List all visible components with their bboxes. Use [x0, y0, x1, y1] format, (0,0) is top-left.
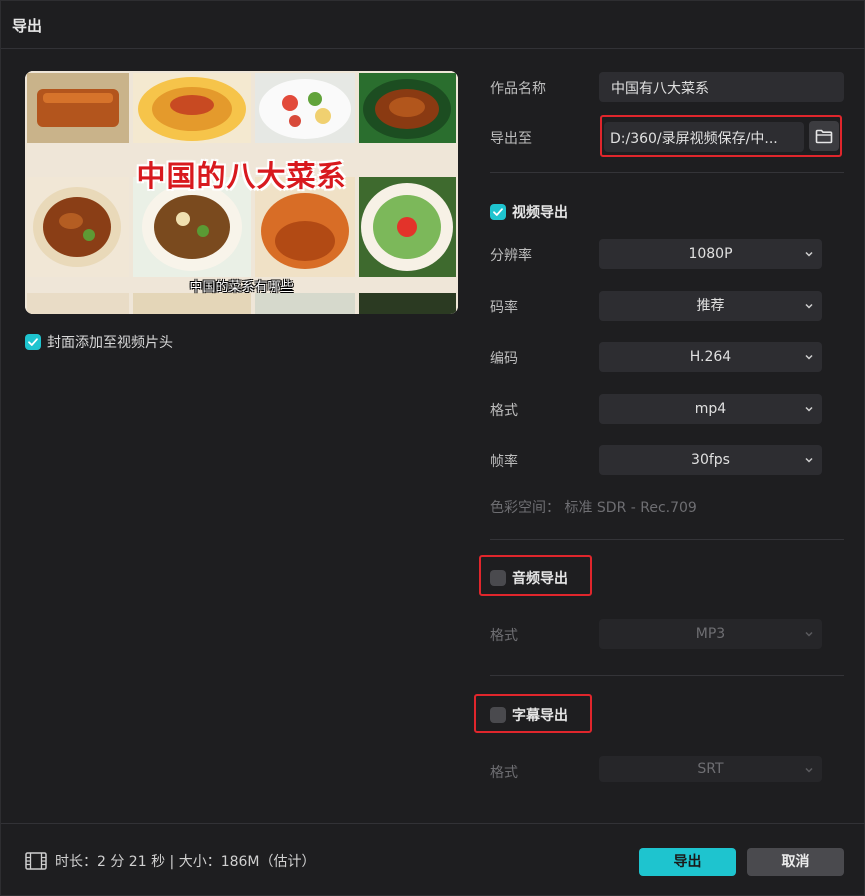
audio-format-label: 格式: [490, 628, 518, 644]
cancel-button[interactable]: 取消: [747, 848, 844, 876]
divider: [490, 539, 844, 540]
video-export-label: 视频导出: [512, 205, 568, 221]
title-bar: 导出: [1, 1, 865, 49]
check-icon[interactable]: [25, 334, 41, 350]
check-icon[interactable]: [490, 204, 506, 220]
chevron-down-icon: [805, 303, 813, 309]
add-cover-checkbox[interactable]: 封面添加至视频片头: [25, 332, 173, 352]
audio-format-value: MP3: [695, 626, 726, 642]
chevron-down-icon: [805, 457, 813, 463]
divider: [490, 675, 844, 676]
colorspace-text: 色彩空间： 标准 SDR - Rec.709: [490, 500, 697, 516]
audio-highlight-box: [479, 555, 592, 596]
export-to-label: 导出至: [490, 131, 532, 147]
bitrate-select[interactable]: 推荐: [599, 291, 822, 321]
cover-subtitle-text: 中国的菜系有哪些: [189, 280, 294, 295]
format-label: 格式: [490, 403, 518, 419]
format-value: mp4: [694, 401, 727, 417]
export-button[interactable]: 导出: [639, 848, 736, 876]
framerate-select[interactable]: 30fps: [599, 445, 822, 475]
duration-size-text: 时长：2 分 21 秒 | 大小：186M（估计）: [55, 854, 316, 870]
framerate-label: 帧率: [490, 454, 518, 470]
resolution-label: 分辨率: [490, 248, 532, 264]
codec-value: H.264: [689, 349, 732, 365]
film-icon: [25, 852, 47, 870]
resolution-select[interactable]: 1080P: [599, 239, 822, 269]
footer: 时长：2 分 21 秒 | 大小：186M（估计） 导出 取消: [1, 823, 865, 896]
name-input[interactable]: 中国有八大菜系: [599, 72, 844, 102]
framerate-value: 30fps: [691, 452, 730, 468]
divider: [490, 172, 844, 173]
codec-select[interactable]: H.264: [599, 342, 822, 372]
bitrate-value: 推荐: [696, 298, 725, 314]
dialog-title: 导出: [12, 17, 43, 35]
chevron-down-icon: [805, 354, 813, 360]
audio-format-select[interactable]: MP3: [599, 619, 822, 649]
export-dialog: 导出 中国的八大菜系 中国的菜系有哪些 封面添加至视频片头 作品名称 中国有八大…: [0, 0, 865, 896]
format-select[interactable]: mp4: [599, 394, 822, 424]
chevron-down-icon: [805, 631, 813, 637]
chevron-down-icon: [805, 767, 813, 773]
chevron-down-icon: [805, 251, 813, 257]
name-label: 作品名称: [490, 81, 546, 97]
subtitle-format-value: SRT: [697, 761, 724, 777]
subtitle-format-label: 格式: [490, 765, 518, 781]
bitrate-label: 码率: [490, 300, 518, 316]
codec-label: 编码: [490, 351, 518, 367]
path-highlight-box: [600, 115, 842, 157]
subtitle-highlight-box: [474, 694, 592, 733]
add-cover-label: 封面添加至视频片头: [47, 335, 173, 351]
cover-preview: 中国的八大菜系 中国的菜系有哪些: [25, 71, 458, 314]
export-info: 时长：2 分 21 秒 | 大小：186M（估计）: [25, 851, 316, 871]
video-export-toggle[interactable]: 视频导出: [490, 202, 568, 222]
chevron-down-icon: [805, 406, 813, 412]
subtitle-format-select[interactable]: SRT: [599, 756, 822, 782]
cover-title-text: 中国的八大菜系: [136, 159, 347, 193]
resolution-value: 1080P: [688, 246, 733, 262]
